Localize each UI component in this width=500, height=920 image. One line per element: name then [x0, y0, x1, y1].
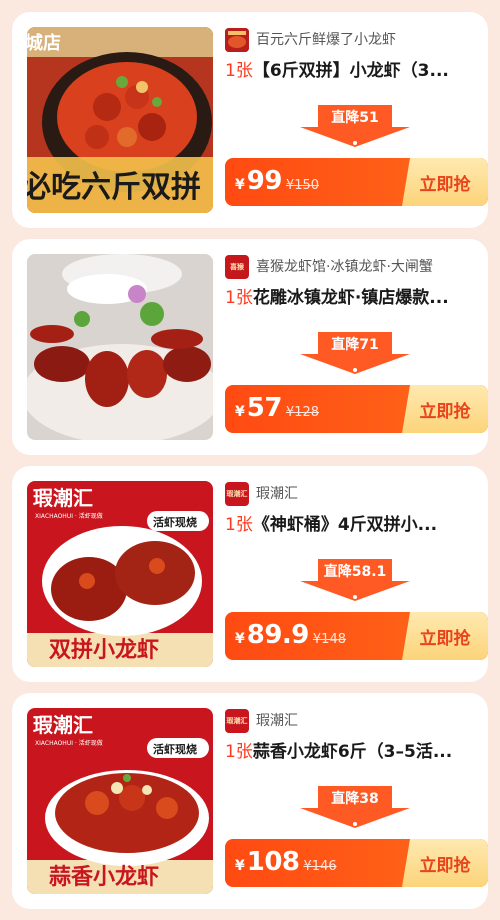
original-price: ¥148 [312, 632, 346, 647]
image-caption: 瑕潮汇 [33, 486, 93, 510]
price-bar[interactable]: ¥ 108 ¥146 立即抢 [225, 839, 488, 887]
discount-arrow: 直降38 [300, 786, 410, 828]
discount-arrow: 直降71 [300, 332, 410, 374]
shop-logo: 瑕潮汇 [225, 709, 249, 733]
current-price: 108 [246, 847, 300, 877]
original-price: ¥150 [285, 178, 320, 193]
deal-title[interactable]: 1张【6斤双拼】小龙虾（3... [225, 57, 483, 85]
quantity-label: 1张 [225, 742, 253, 762]
current-price: 99 [246, 166, 283, 196]
buy-now-button[interactable]: 立即抢 [402, 158, 488, 206]
deal-card[interactable]: 瑕潮汇 XIACHAOHUI · 活虾现做 活虾现烧 双拼小龙虾 瑕潮汇 瑕潮汇… [12, 466, 488, 682]
price-group: ¥ 89.9 ¥148 [235, 612, 346, 660]
currency-symbol: ¥ [235, 631, 245, 647]
image-caption: 活虾现烧 [153, 515, 197, 529]
price-group: ¥ 99 ¥150 [235, 158, 319, 206]
deal-title-text: 【6斤双拼】小龙虾（3... [252, 61, 449, 81]
product-image[interactable]: 城店 必吃六斤双拼 [27, 27, 213, 213]
crawfish-photo-2 [27, 254, 213, 440]
original-price: ¥146 [303, 859, 337, 874]
deal-card[interactable]: 瑕潮汇 XIACHAOHUI · 活虾现做 活虾现烧 蒜香小龙虾 瑕潮汇 瑕潮汇… [12, 693, 488, 909]
product-image[interactable]: 瑕潮汇 XIACHAOHUI · 活虾现做 活虾现烧 蒜香小龙虾 [27, 708, 213, 894]
shop-name[interactable]: 喜猴龙虾馆·冰镇龙虾·大闸蟹 [256, 256, 481, 278]
shop-logo: 瑕潮汇 [225, 482, 249, 506]
deal-list: 城店 必吃六斤双拼 百元六斤鲜爆了小龙虾 1张【6斤双拼】小龙虾（3... 直降… [0, 0, 500, 920]
quantity-label: 1张 [225, 61, 253, 81]
price-bar[interactable]: ¥ 89.9 ¥148 立即抢 [225, 612, 488, 660]
image-caption: XIACHAOHUI · 活虾现做 [35, 739, 103, 747]
image-caption: 必吃六斤双拼 [27, 170, 201, 205]
crawfish-photo-1: 城店 必吃六斤双拼 [27, 27, 213, 213]
deal-title[interactable]: 1张蒜香小龙虾6斤（3–5活... [225, 738, 483, 766]
crawfish-photo-4: 瑕潮汇 XIACHAOHUI · 活虾现做 活虾现烧 蒜香小龙虾 [27, 708, 213, 894]
image-caption: 双拼小龙虾 [49, 637, 159, 663]
price-bar[interactable]: ¥ 57 ¥128 立即抢 [225, 385, 488, 433]
price-group: ¥ 57 ¥128 [235, 385, 319, 433]
shop-logo: 喜猴 [225, 255, 249, 279]
currency-symbol: ¥ [235, 177, 245, 193]
buy-now-button[interactable]: 立即抢 [402, 612, 488, 660]
discount-label: 直降51 [331, 110, 379, 126]
quantity-label: 1张 [225, 288, 253, 308]
image-caption: 瑕潮汇 [33, 713, 93, 737]
shop-logo-text: 瑕潮汇 [226, 717, 248, 725]
price-bar[interactable]: ¥ 99 ¥150 立即抢 [225, 158, 488, 206]
original-price: ¥128 [285, 405, 320, 420]
shop-logo-text: 喜猴 [230, 263, 244, 271]
image-caption: XIACHAOHUI · 活虾现做 [35, 512, 103, 520]
quantity-label: 1张 [225, 515, 253, 535]
currency-symbol: ¥ [235, 404, 245, 420]
shop-logo [225, 28, 249, 52]
discount-arrow: 直降51 [300, 105, 410, 147]
discount-label: 直降71 [331, 337, 379, 353]
shop-name[interactable]: 百元六斤鲜爆了小龙虾 [256, 29, 481, 51]
product-image[interactable]: 瑕潮汇 XIACHAOHUI · 活虾现做 活虾现烧 双拼小龙虾 [27, 481, 213, 667]
shop-logo-text: 瑕潮汇 [226, 490, 248, 498]
image-caption: 活虾现烧 [153, 742, 197, 756]
deal-card[interactable]: 城店 必吃六斤双拼 百元六斤鲜爆了小龙虾 1张【6斤双拼】小龙虾（3... 直降… [12, 12, 488, 228]
discount-label: 直降38 [331, 791, 379, 807]
crawfish-photo-3: 瑕潮汇 XIACHAOHUI · 活虾现做 活虾现烧 双拼小龙虾 [27, 481, 213, 667]
shop-name[interactable]: 瑕潮汇 [256, 710, 481, 732]
buy-now-button[interactable]: 立即抢 [402, 839, 488, 887]
image-caption: 城店 [27, 32, 61, 54]
buy-now-button[interactable]: 立即抢 [402, 385, 488, 433]
product-image[interactable] [27, 254, 213, 440]
current-price: 89.9 [246, 620, 310, 650]
price-group: ¥ 108 ¥146 [235, 839, 337, 887]
deal-title[interactable]: 1张花雕冰镇龙虾·镇店爆款... [225, 284, 483, 312]
deal-card[interactable]: 喜猴 喜猴龙虾馆·冰镇龙虾·大闸蟹 1张花雕冰镇龙虾·镇店爆款... 直降71 … [12, 239, 488, 455]
deal-title[interactable]: 1张《神虾桶》4斤双拼小... [225, 511, 483, 539]
shop-name[interactable]: 瑕潮汇 [256, 483, 481, 505]
currency-symbol: ¥ [235, 858, 245, 874]
deal-title-text: 蒜香小龙虾6斤（3–5活... [252, 742, 453, 762]
current-price: 57 [246, 393, 283, 423]
deal-title-text: 花雕冰镇龙虾·镇店爆款... [252, 288, 449, 308]
discount-arrow: 直降58.1 [300, 559, 410, 601]
deal-title-text: 《神虾桶》4斤双拼小... [252, 515, 438, 535]
image-caption: 蒜香小龙虾 [49, 865, 159, 890]
discount-label: 直降58.1 [323, 564, 387, 580]
